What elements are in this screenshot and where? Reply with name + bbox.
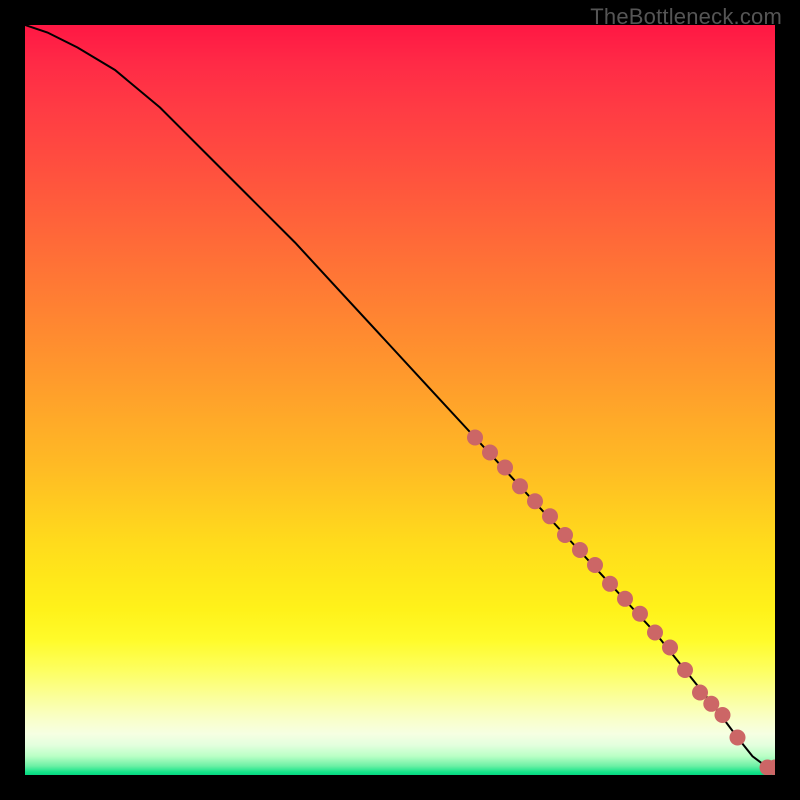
curve-marker: [647, 625, 663, 641]
curve-marker: [467, 430, 483, 446]
curve-marker: [527, 493, 543, 509]
curve-marker: [557, 527, 573, 543]
bottleneck-curve-line: [25, 25, 775, 768]
curve-marker: [497, 460, 513, 476]
curve-marker: [542, 508, 558, 524]
curve-marker: [512, 478, 528, 494]
curve-marker: [482, 445, 498, 461]
watermark-label: TheBottleneck.com: [590, 4, 782, 30]
curve-marker: [730, 730, 746, 746]
chart-container: TheBottleneck.com: [0, 0, 800, 800]
plot-area: [25, 25, 775, 775]
curve-marker: [677, 662, 693, 678]
curve-marker: [632, 606, 648, 622]
curve-marker: [587, 557, 603, 573]
curve-marker: [602, 576, 618, 592]
curve-marker: [572, 542, 588, 558]
curve-marker: [715, 707, 731, 723]
curve-marker: [617, 591, 633, 607]
marker-group: [467, 430, 775, 776]
chart-overlay: [25, 25, 775, 775]
curve-marker: [662, 640, 678, 656]
curve-marker: [692, 685, 708, 701]
